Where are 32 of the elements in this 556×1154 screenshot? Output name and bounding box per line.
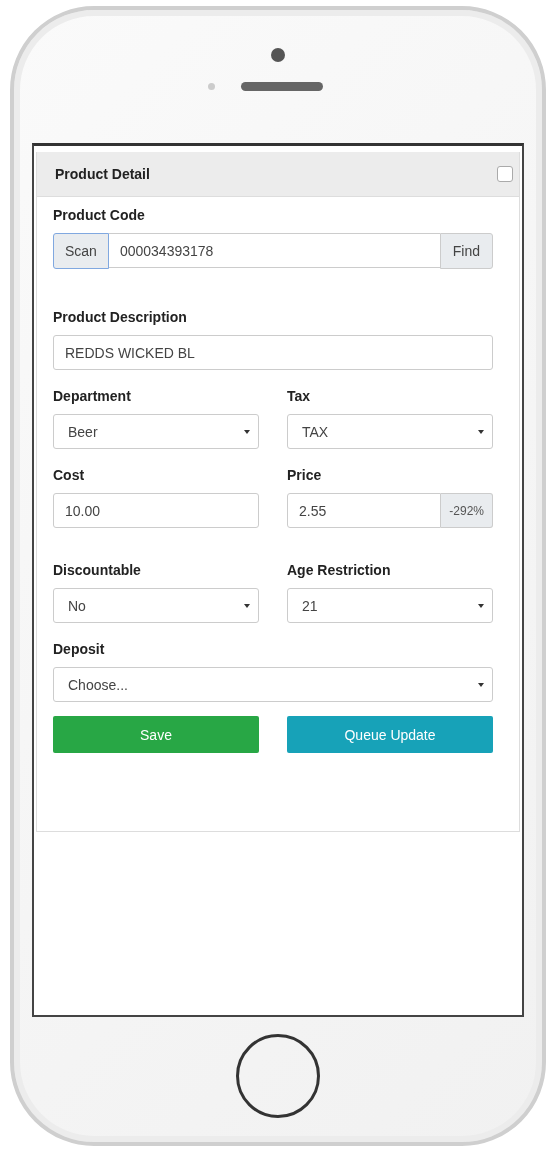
caret-icon	[244, 428, 250, 435]
field-label: Product Description	[53, 309, 188, 325]
find-button[interactable]: Find	[439, 233, 493, 269]
home-button[interactable]	[236, 1033, 320, 1118]
field-label: Deposit	[53, 641, 106, 657]
text-field[interactable]: 2.55	[287, 493, 442, 528]
field-label: Tax	[287, 388, 312, 404]
select-field[interactable]: TAX	[287, 414, 493, 449]
scan-button[interactable]: Scan	[53, 233, 109, 269]
select-field[interactable]: Beer	[53, 414, 259, 449]
text-field[interactable]: 10.00	[53, 493, 259, 528]
code-field[interactable]: 000034393178	[108, 233, 440, 268]
select-field[interactable]: No	[53, 588, 259, 623]
select-field[interactable]: 21	[287, 588, 493, 623]
field-label: Cost	[53, 467, 86, 483]
field-label: Price	[287, 467, 323, 483]
caret-icon	[478, 428, 484, 435]
field-label: Product Code	[53, 207, 146, 223]
field-label: Discountable	[53, 562, 142, 578]
camera-icon	[271, 48, 285, 62]
caret-icon	[478, 681, 484, 688]
speaker-icon	[240, 82, 323, 91]
text-field[interactable]: REDDS WICKED BL	[53, 335, 493, 370]
field-label: Department	[53, 388, 132, 404]
sensor-icon	[207, 83, 215, 90]
caret-icon	[244, 602, 250, 609]
panel-title: Product Detail	[55, 166, 150, 182]
checkbox[interactable]	[497, 166, 513, 182]
select-field[interactable]: Choose...	[53, 667, 493, 702]
caret-icon	[478, 602, 484, 609]
field-label: Age Restriction	[287, 562, 392, 578]
percent-addon: -292%	[441, 493, 493, 528]
